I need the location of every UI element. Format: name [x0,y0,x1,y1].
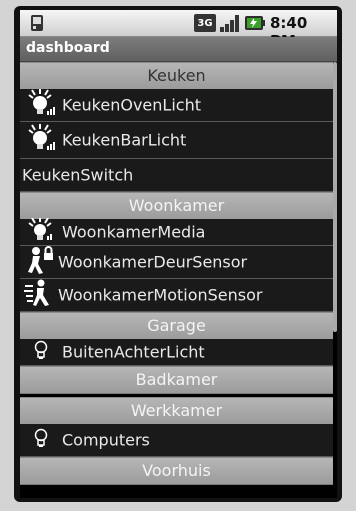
section-header-label: Keuken [147,66,206,85]
app-title-bar: dashboard [20,37,337,62]
lightbulb-on-icon [26,217,56,246]
section-header-werkkamer: Werkkamer [20,397,333,425]
battery-charging-icon [244,15,266,35]
section-header-garage: Garage [20,312,333,340]
section-header-voorhuis: Voorhuis [20,457,333,485]
lightbulb-on-icon [26,124,56,156]
list-item-buitenachterlicht[interactable]: BuitenAchterLicht [20,339,333,366]
list-item-label: Computers [62,430,150,450]
phone-screen: 3G 8:40 PM dashboard Keuken [20,10,337,498]
list-item-label: KeukenSwitch [22,165,134,185]
section-header-label: Voorhuis [142,461,211,480]
lightbulb-on-icon [26,89,56,121]
list-item-label: WoonkamerDeurSensor [58,252,248,272]
signal-strength-icon [219,14,241,36]
3g-network-icon: 3G [194,14,216,36]
sim-card-icon [30,14,44,36]
section-header-woonkamer: Woonkamer [20,192,333,220]
dashboard-list[interactable]: Keuken KeukenOvenLicht KeukenBarLicht Ke… [20,62,333,498]
app-title: dashboard [26,40,110,56]
section-header-badkamer: Badkamer [20,366,333,394]
list-item-label: BuitenAchterLicht [62,342,205,362]
list-fade-edge [20,484,337,498]
list-item-label: KeukenOvenLicht [62,95,201,115]
list-scrollbar[interactable] [333,62,337,332]
list-item-computers[interactable]: Computers [20,424,333,457]
list-item-keukenbarlicht[interactable]: KeukenBarLicht [20,122,333,159]
network-label: 3G [197,18,212,29]
section-header-label: Werkkamer [130,401,223,420]
motion-sensor-icon [24,279,56,311]
list-item-woonkamermotionsensor[interactable]: WoonkamerMotionSensor [20,279,333,312]
section-header-label: Garage [147,316,206,335]
lightbulb-icon [34,428,48,452]
list-item-keukenovenlicht[interactable]: KeukenOvenLicht [20,89,333,122]
lightbulb-icon [34,340,48,364]
status-bar[interactable]: 3G 8:40 PM [20,10,337,50]
list-item-woonkamerdeursensor[interactable]: WoonkamerDeurSensor [20,246,333,279]
section-header-label: Badkamer [135,370,218,389]
section-header-label: Woonkamer [128,196,225,215]
list-item-label: WoonkamerMedia [62,222,206,242]
section-header-keuken: Keuken [20,62,333,90]
list-item-keukenswitch[interactable]: KeukenSwitch [20,159,333,192]
door-sensor-icon [24,245,56,279]
list-item-label: KeukenBarLicht [62,130,187,150]
list-item-label: WoonkamerMotionSensor [58,285,263,305]
list-item-woonkamermedia[interactable]: WoonkamerMedia [20,217,333,246]
